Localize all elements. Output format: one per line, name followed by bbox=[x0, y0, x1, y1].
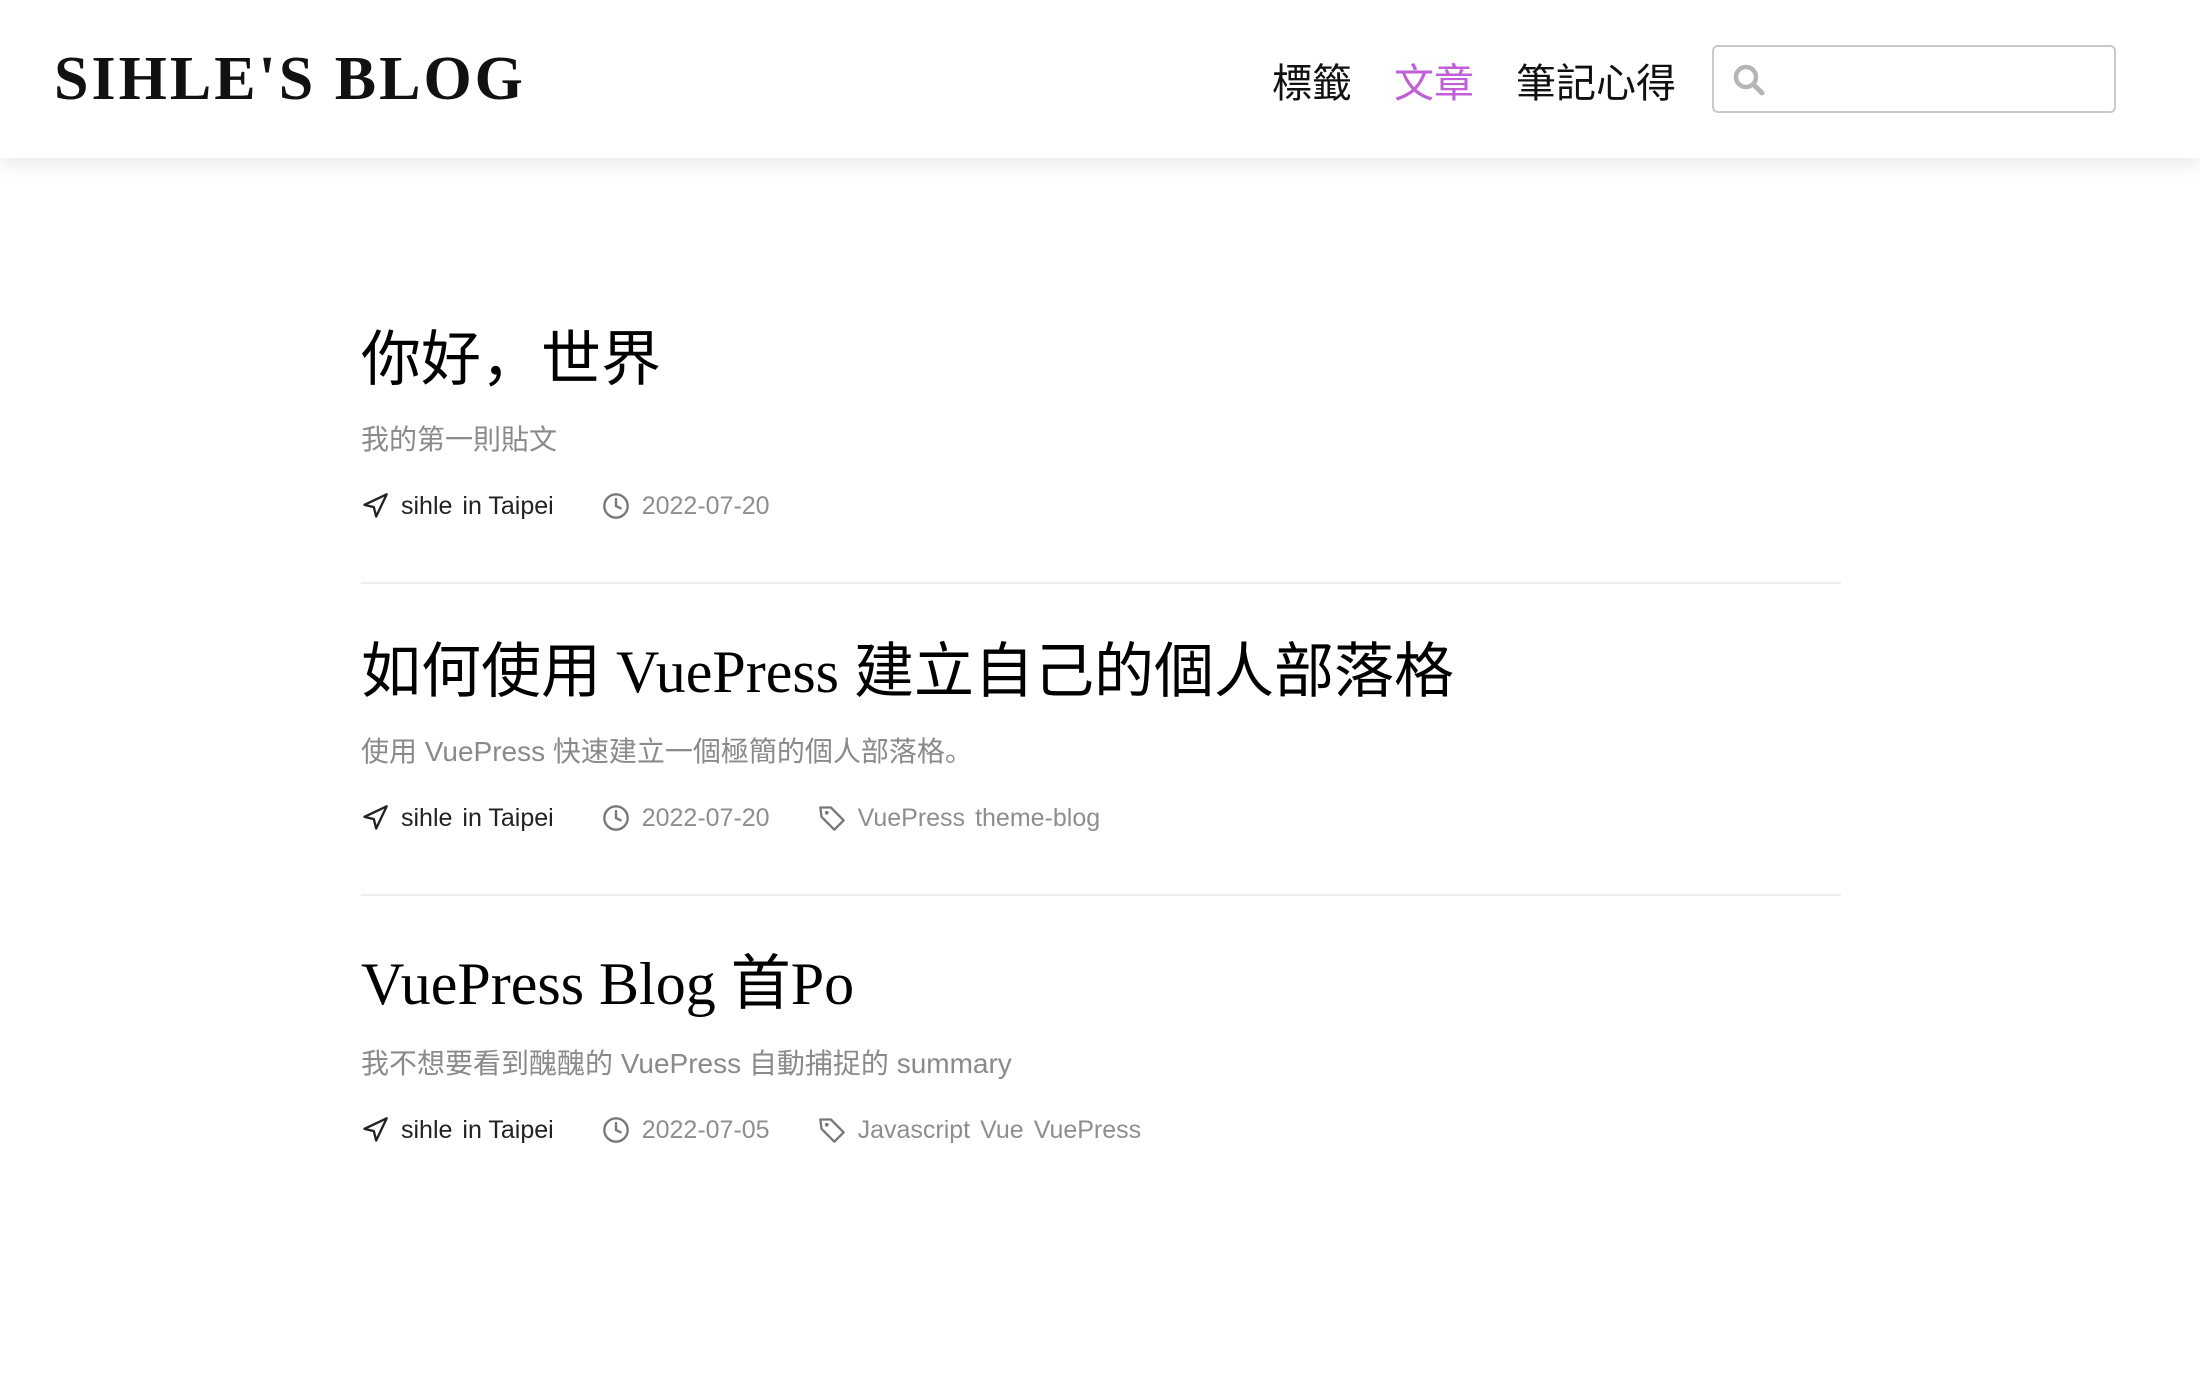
post-summary: 我不想要看到醜醜的 VuePress 自動捕捉的 summary bbox=[361, 1048, 1012, 1079]
tag-link[interactable]: Vue bbox=[980, 1116, 1024, 1145]
post-list: 你好，世界 我的第一則貼文 sihle in Taipei 2022-07-20… bbox=[361, 316, 1841, 1250]
post-date: 2022-07-05 bbox=[602, 1116, 770, 1145]
search-icon bbox=[1733, 64, 1765, 96]
post-location: in Taipei bbox=[462, 803, 554, 832]
clock-icon bbox=[602, 493, 629, 519]
main-nav: 標籤 文章 筆記心得 bbox=[1272, 52, 1718, 108]
post-date-text: 2022-07-20 bbox=[641, 491, 770, 520]
tag-icon bbox=[818, 1118, 845, 1143]
post-title[interactable]: 你好，世界 bbox=[361, 316, 1841, 404]
post-item: 你好，世界 我的第一則貼文 sihle in Taipei 2022-07-20 bbox=[361, 316, 1841, 584]
nav-item-tags[interactable]: 標籤 bbox=[1272, 51, 1352, 109]
post-item: 如何使用 VuePress 建立自己的個人部落格 使用 VuePress 快速建… bbox=[361, 628, 1841, 896]
post-author-name[interactable]: sihle bbox=[401, 804, 452, 833]
post-tags: Javascript Vue VuePress bbox=[818, 1116, 1152, 1145]
post-summary: 我的第一則貼文 bbox=[361, 424, 558, 455]
post-location: in Taipei bbox=[462, 1115, 554, 1144]
navigation-arrow-icon bbox=[363, 1117, 388, 1142]
post-location: in Taipei bbox=[462, 491, 554, 520]
post-item: VuePress Blog 首Po 我不想要看到醜醜的 VuePress 自動捕… bbox=[361, 940, 1841, 1206]
post-summary: 使用 VuePress 快速建立一個極簡的個人部落格。 bbox=[361, 736, 973, 767]
navigation-arrow-icon bbox=[363, 805, 388, 830]
site-brand[interactable]: SIHLE'S BLOG bbox=[54, 44, 526, 114]
tag-link[interactable]: VuePress bbox=[858, 804, 965, 833]
nav-item-notes[interactable]: 筆記心得 bbox=[1516, 51, 1676, 109]
tag-icon bbox=[818, 806, 845, 831]
post-author: sihle in Taipei bbox=[361, 804, 554, 833]
tag-link[interactable]: theme-blog bbox=[975, 804, 1100, 833]
post-title[interactable]: VuePress Blog 首Po bbox=[361, 940, 1841, 1028]
site-header: SIHLE'S BLOG 標籤 文章 筆記心得 bbox=[0, 0, 2200, 158]
post-meta: sihle in Taipei 2022-07-20 bbox=[361, 486, 1841, 526]
post-author-name[interactable]: sihle bbox=[401, 492, 452, 521]
tag-link[interactable]: Javascript bbox=[858, 1116, 971, 1145]
post-date: 2022-07-20 bbox=[602, 804, 770, 833]
nav-item-articles[interactable]: 文章 bbox=[1394, 51, 1474, 109]
post-meta: sihle in Taipei 2022-07-05 Javascript Vu… bbox=[361, 1110, 1841, 1150]
search-box[interactable] bbox=[1712, 45, 2116, 113]
post-author: sihle in Taipei bbox=[361, 1116, 554, 1145]
post-date-text: 2022-07-05 bbox=[641, 1115, 770, 1144]
navigation-arrow-icon bbox=[363, 493, 388, 518]
post-title[interactable]: 如何使用 VuePress 建立自己的個人部落格 bbox=[361, 628, 1841, 716]
post-date: 2022-07-20 bbox=[602, 492, 770, 521]
post-meta: sihle in Taipei 2022-07-20 VuePress them… bbox=[361, 798, 1841, 838]
search-input[interactable] bbox=[1780, 57, 2100, 103]
post-author: sihle in Taipei bbox=[361, 492, 554, 521]
clock-icon bbox=[602, 1117, 629, 1143]
tag-link[interactable]: VuePress bbox=[1034, 1116, 1141, 1145]
post-tags: VuePress theme-blog bbox=[818, 804, 1111, 833]
clock-icon bbox=[602, 805, 629, 831]
post-date-text: 2022-07-20 bbox=[641, 803, 770, 832]
post-author-name[interactable]: sihle bbox=[401, 1116, 452, 1145]
